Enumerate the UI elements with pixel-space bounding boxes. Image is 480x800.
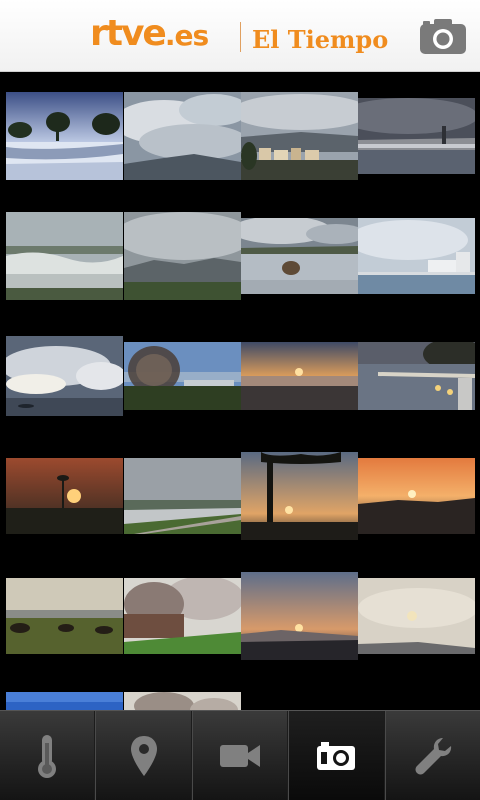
photo-thumbnail[interactable] [241,572,358,660]
thermometer-icon [38,734,57,778]
photo-grid [0,72,480,710]
location-pin-icon [130,735,157,776]
camera-icon [420,19,466,54]
logo-suffix: .es [164,19,209,52]
photo-thumbnail[interactable] [6,578,123,654]
photo-thumbnail[interactable] [358,218,475,294]
photo-thumbnail[interactable] [124,692,241,710]
header-divider [240,22,241,52]
tab-video[interactable] [191,711,289,800]
rtve-logo: rtve.es [90,13,209,56]
wrench-icon [415,737,451,774]
upload-photo-button[interactable] [418,16,468,56]
photo-thumbnail[interactable] [6,458,123,534]
photo-thumbnail[interactable] [358,98,475,174]
video-camera-icon [220,744,261,767]
photo-thumbnail[interactable] [241,218,358,294]
tab-settings[interactable] [384,711,480,800]
tab-temperature[interactable] [0,711,96,800]
tab-map[interactable] [95,711,192,800]
photo-thumbnail[interactable] [358,458,475,534]
photo-thumbnail[interactable] [6,212,123,300]
photo-thumbnail[interactable] [124,92,241,180]
page-title: El Tiempo [252,25,389,54]
photo-thumbnail[interactable] [6,692,123,710]
photo-thumbnail[interactable] [124,342,241,410]
photo-thumbnail[interactable] [358,578,475,654]
photo-thumbnail[interactable] [241,342,358,410]
app-header: rtve.es El Tiempo [0,0,480,72]
photo-thumbnail[interactable] [6,336,123,416]
bottom-tab-bar [0,710,480,800]
photo-thumbnail[interactable] [358,342,475,410]
photo-thumbnail[interactable] [6,92,123,180]
photo-thumbnail[interactable] [124,212,241,300]
logo-main: rtve [90,13,167,54]
photo-thumbnail[interactable] [124,578,241,654]
photo-thumbnail[interactable] [241,92,358,180]
photo-thumbnail[interactable] [241,452,358,540]
photo-thumbnail[interactable] [124,458,241,534]
tab-photos[interactable] [288,711,385,800]
camera-icon [317,741,356,770]
